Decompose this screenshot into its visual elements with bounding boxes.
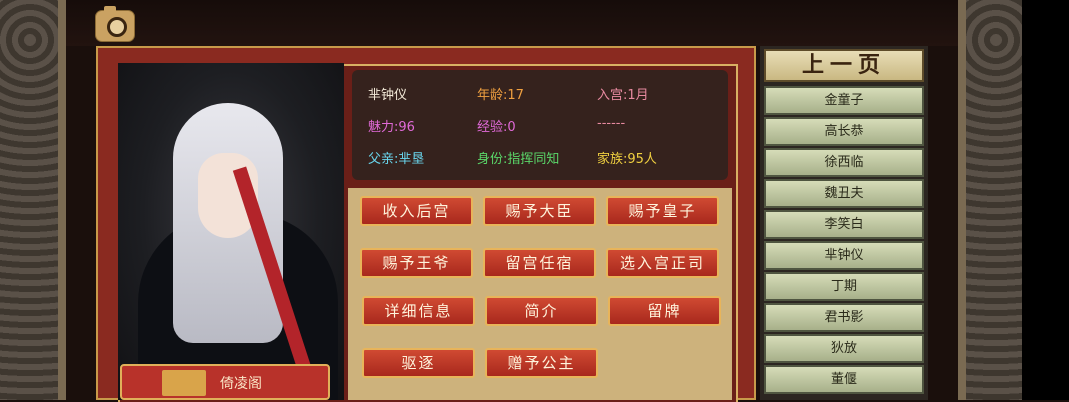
action-button[interactable]: 赐予皇子 — [606, 196, 719, 226]
list-item[interactable]: 董偃 — [764, 365, 924, 394]
placeholder-dash: ------ — [597, 116, 626, 131]
charm-text: 魅力:96 — [368, 120, 415, 135]
camera-icon[interactable] — [95, 6, 135, 42]
top-band — [66, 0, 958, 46]
experience-text: 经验:0 — [477, 120, 516, 135]
action-button[interactable]: 留宫任宿 — [483, 248, 596, 278]
residence-plaque: 倚凌阁 — [120, 364, 330, 400]
right-decorative-border — [966, 0, 1022, 400]
action-button[interactable]: 选入宫正司 — [606, 248, 719, 278]
action-button[interactable]: 赠予公主 — [485, 348, 598, 378]
list-item[interactable]: 丁期 — [764, 272, 924, 301]
list-item[interactable]: 狄放 — [764, 334, 924, 363]
list-item[interactable]: 李笑白 — [764, 210, 924, 239]
action-button[interactable]: 简介 — [485, 296, 598, 326]
action-button[interactable]: 收入后宫 — [360, 196, 473, 226]
info-box: 芈钟仪 年龄:17 入宫:1月 魅力:96 经验:0 ------ 父亲:芈垦 … — [352, 70, 728, 180]
action-button[interactable]: 赐予大臣 — [483, 196, 596, 226]
action-button[interactable]: 赐予王爷 — [360, 248, 473, 278]
list-item[interactable]: 高长恭 — [764, 117, 924, 146]
list-item[interactable]: 金童子 — [764, 86, 924, 115]
left-frame-edge — [58, 0, 66, 400]
list-item[interactable]: 芈钟仪 — [764, 241, 924, 270]
age-text: 年龄:17 — [477, 88, 524, 103]
palace-icon — [162, 370, 206, 396]
family-text: 家族:95人 — [597, 152, 657, 167]
list-item[interactable]: 徐西临 — [764, 148, 924, 177]
action-button[interactable]: 留牌 — [608, 296, 721, 326]
right-frame-edge — [958, 0, 966, 400]
character-portrait — [118, 63, 344, 400]
list-item[interactable]: 魏丑夫 — [764, 179, 924, 208]
character-name: 芈钟仪 — [368, 88, 408, 103]
prev-page-button[interactable]: 上一页 — [764, 49, 924, 82]
identity-text: 身份:指挥同知 — [477, 152, 560, 167]
list-item[interactable]: 君书影 — [764, 303, 924, 332]
left-decorative-border — [0, 0, 58, 400]
screen-edge — [1022, 0, 1069, 400]
entered-text: 入宫:1月 — [597, 88, 649, 103]
camera-lens — [107, 17, 127, 37]
father-text: 父亲:芈垦 — [368, 152, 425, 167]
action-button[interactable]: 驱逐 — [362, 348, 475, 378]
action-button[interactable]: 详细信息 — [362, 296, 475, 326]
residence-label: 倚凌阁 — [220, 376, 262, 392]
